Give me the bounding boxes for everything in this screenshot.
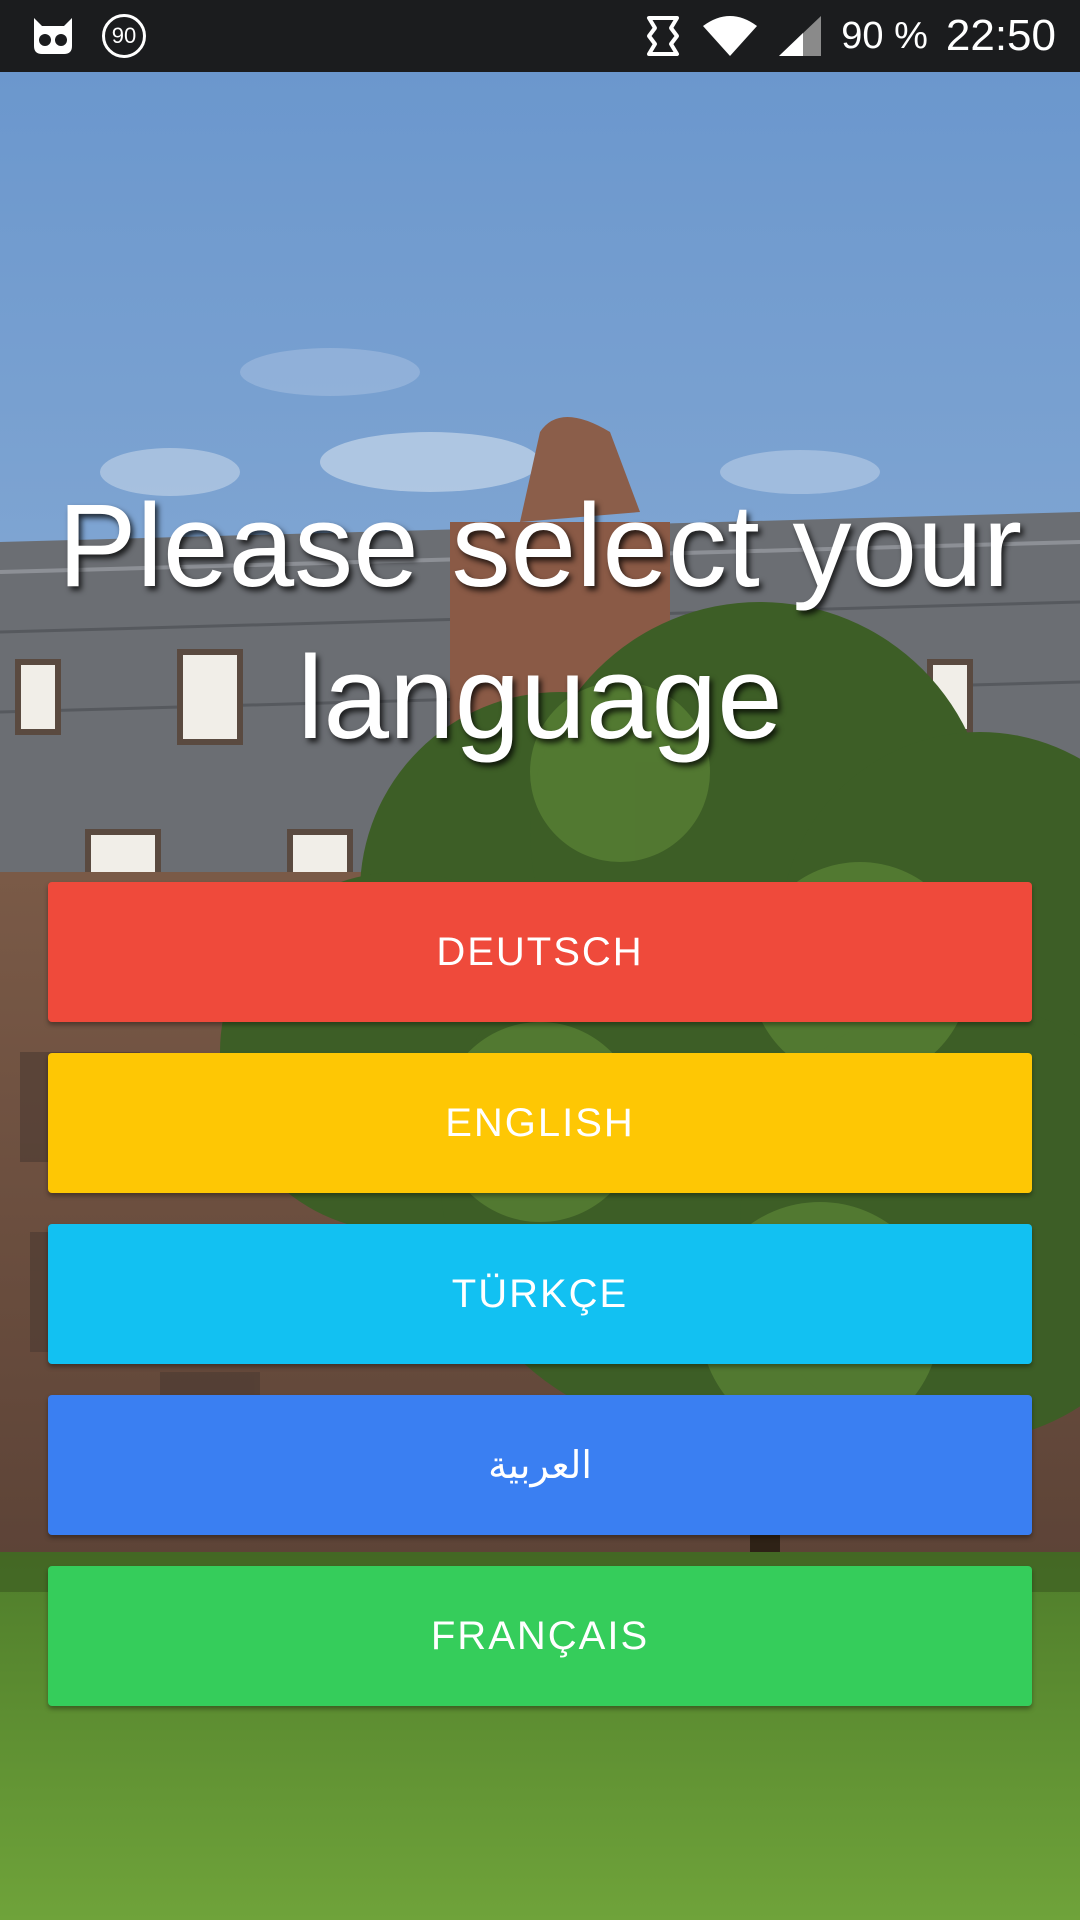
- cyanogen-mascot-icon: [30, 16, 76, 56]
- language-list: DEUTSCH ENGLISH TÜRKÇE العربية FRANÇAIS: [48, 882, 1032, 1737]
- battery-percentage: 90 %: [841, 14, 928, 57]
- language-button-arabic[interactable]: العربية: [48, 1395, 1032, 1535]
- status-bar: 90 90 % 22:50: [0, 0, 1080, 72]
- update-count-icon: 90: [102, 14, 146, 58]
- language-button-turkce[interactable]: TÜRKÇE: [48, 1224, 1032, 1364]
- language-button-english[interactable]: ENGLISH: [48, 1053, 1032, 1193]
- status-left-group: 90: [30, 0, 146, 72]
- language-button-deutsch[interactable]: DEUTSCH: [48, 882, 1032, 1022]
- language-button-francais[interactable]: FRANÇAIS: [48, 1566, 1032, 1706]
- clock: 22:50: [945, 11, 1056, 60]
- status-right-group: 90 % 22:50: [643, 0, 1056, 72]
- page-title: Please select your language: [57, 480, 1023, 764]
- cell-signal-icon: [777, 14, 823, 58]
- nfc-icon: [643, 14, 683, 58]
- wifi-icon: [701, 14, 759, 58]
